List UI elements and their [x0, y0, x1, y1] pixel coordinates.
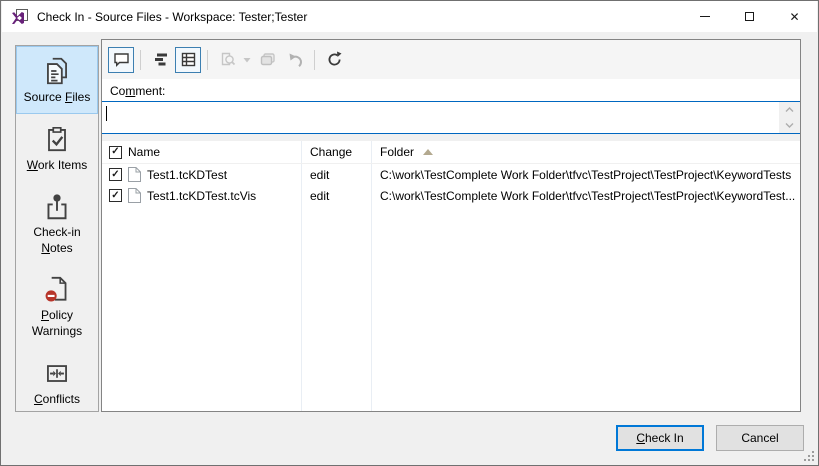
scroll-down-button[interactable] — [779, 118, 800, 133]
compare-dropdown-button — [242, 47, 252, 73]
sidebar-item-work-items[interactable]: Work Items — [16, 114, 98, 182]
policy-warnings-icon — [41, 273, 73, 305]
comment-label: Comment: — [110, 84, 165, 98]
text-cursor — [106, 106, 107, 121]
comment-bubble-icon — [112, 50, 131, 69]
compare-dropdown-caret — [243, 57, 251, 63]
toggle-comment-button[interactable] — [108, 47, 134, 73]
file-name: Test1.tcKDTest.tcVis — [147, 189, 256, 203]
minimize-icon — [700, 16, 710, 17]
table-row[interactable]: ✓ Test1.tcKDTest edit C:\work\TestComple… — [102, 164, 800, 185]
shelve-button — [254, 47, 280, 73]
sidebar-item-label: Check-in Notes — [19, 225, 95, 256]
sidebar-item-conflicts[interactable]: Conflicts — [16, 348, 98, 416]
toolbar-separator — [314, 50, 315, 70]
folder-path: C:\work\TestComplete Work Folder\tfvc\Te… — [371, 189, 800, 203]
compare-icon — [218, 50, 237, 69]
flat-view-button[interactable] — [147, 47, 173, 73]
column-header-folder[interactable]: Folder — [371, 141, 800, 163]
comment-box — [102, 101, 800, 134]
sidebar-item-label: Policy Warnings — [19, 308, 95, 339]
resize-grip[interactable] — [804, 451, 814, 461]
flat-view-icon — [151, 50, 170, 69]
sidebar-item-policy-warnings[interactable]: Policy Warnings — [16, 264, 98, 347]
column-header-name[interactable]: ✓ Name — [102, 141, 301, 163]
sort-ascending-icon — [423, 149, 433, 155]
included-changes-table: ✓ Name Change Folder ✓ — [102, 141, 800, 411]
comment-scrollbar[interactable] — [779, 102, 800, 133]
maximize-icon — [745, 12, 754, 21]
shelve-icon — [258, 50, 277, 69]
file-icon — [128, 167, 141, 182]
check-in-dialog: Check In - Source Files - Workspace: Tes… — [0, 0, 819, 466]
compare-button — [214, 47, 240, 73]
window-title: Check In - Source Files - Workspace: Tes… — [37, 10, 307, 24]
column-label: Folder — [380, 145, 414, 159]
file-icon — [128, 188, 141, 203]
minimize-button[interactable] — [682, 1, 727, 32]
work-items-icon — [41, 123, 73, 155]
sidebar-item-label: Work Items — [27, 158, 87, 174]
sidebar-item-check-in-notes[interactable]: Check-in Notes — [16, 181, 98, 264]
source-files-panel: Comment: — [101, 39, 801, 412]
toolbar-separator — [207, 50, 208, 70]
comment-input[interactable] — [102, 102, 779, 133]
column-label: Change — [310, 145, 352, 159]
row-checkbox[interactable]: ✓ — [109, 168, 122, 181]
row-checkbox[interactable]: ✓ — [109, 189, 122, 202]
refresh-button[interactable] — [321, 47, 347, 73]
maximize-button[interactable] — [727, 1, 772, 32]
visual-studio-logo-icon — [11, 9, 28, 25]
title-bar: Check In - Source Files - Workspace: Tes… — [2, 1, 817, 32]
chevron-down-icon — [785, 123, 794, 128]
check-in-notes-icon — [41, 190, 73, 222]
change-type: edit — [301, 189, 371, 203]
column-label: Name — [128, 145, 160, 159]
undo-icon — [286, 50, 305, 69]
close-button[interactable]: ✕ — [772, 1, 817, 32]
details-view-icon — [179, 50, 198, 69]
folder-path: C:\work\TestComplete Work Folder\tfvc\Te… — [371, 168, 800, 182]
conflicts-icon — [41, 357, 73, 389]
pending-changes-toolbar — [102, 40, 800, 79]
select-all-checkbox[interactable]: ✓ — [109, 146, 122, 159]
table-header-row: ✓ Name Change Folder — [102, 141, 800, 164]
sidebar-item-label: Source Files — [24, 90, 91, 106]
file-name: Test1.tcKDTest — [147, 168, 227, 182]
sidebar-item-label: Conflicts — [34, 392, 80, 408]
refresh-icon — [325, 50, 344, 69]
change-type: edit — [301, 168, 371, 182]
scroll-up-button[interactable] — [779, 102, 800, 117]
source-files-icon — [41, 55, 73, 87]
close-icon: ✕ — [789, 11, 799, 23]
table-row[interactable]: ✓ Test1.tcKDTest.tcVis edit C:\work\Test… — [102, 185, 800, 206]
separator-strip — [102, 134, 800, 141]
channel-sidebar: Source Files Work Items Check-in Notes — [15, 45, 99, 412]
chevron-up-icon — [785, 107, 794, 112]
undo-button — [282, 47, 308, 73]
comment-section: Comment: — [102, 79, 800, 101]
check-in-button[interactable]: Check In — [616, 425, 704, 451]
details-view-button[interactable] — [175, 47, 201, 73]
toolbar-separator — [140, 50, 141, 70]
sidebar-item-source-files[interactable]: Source Files — [16, 46, 98, 114]
column-header-change[interactable]: Change — [301, 141, 371, 163]
cancel-button[interactable]: Cancel — [716, 425, 804, 451]
